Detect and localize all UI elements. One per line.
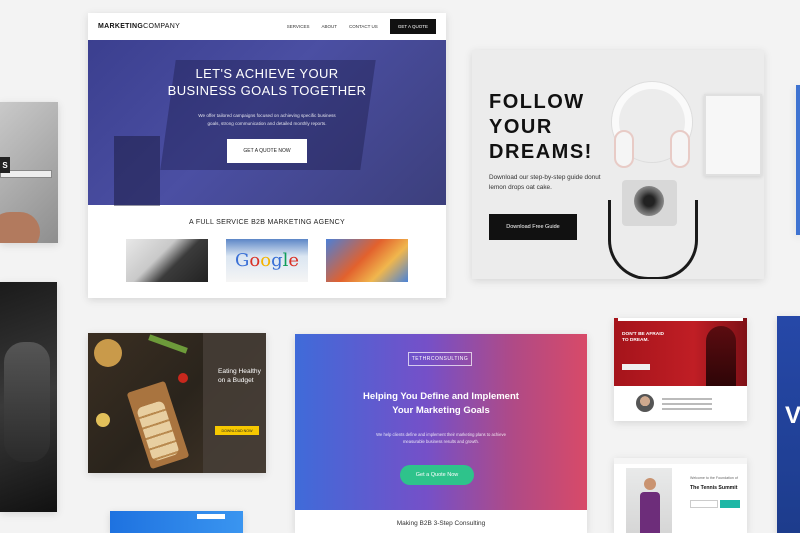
hero-section: LET'S ACHIEVE YOUR BUSINESS GOALS TOGETHE… <box>88 40 446 206</box>
writing-image <box>126 239 208 282</box>
dreams-text: Download our step-by-step guide donut le… <box>489 174 601 192</box>
tomato-image <box>178 373 188 383</box>
thumbnail-fitness-card[interactable]: S <box>0 102 58 243</box>
download-guide-button[interactable]: Download Free Guide <box>489 214 577 240</box>
tennis-small-text: Welcome to the Foundation of <box>690 476 738 480</box>
follow-your-dreams-template[interactable]: FOLLOW YOUR DREAMS! Download our step-by-s… <box>472 50 764 279</box>
healthy-title: Eating Healthy on a Budget <box>218 368 261 384</box>
get-quote-button[interactable]: GET A QUOTE <box>389 19 436 34</box>
afraid-title: DON'T BE AFRAID TO DREAM. <box>622 332 665 344</box>
nav-link-services[interactable]: SERVICES <box>287 24 310 29</box>
site-logo[interactable]: MARKETINGCOMPANY <box>98 23 180 30</box>
thumbnail-blue-card[interactable] <box>110 511 243 533</box>
email-field[interactable] <box>690 500 718 508</box>
tennis-navbar <box>614 458 747 464</box>
team-image <box>326 239 408 282</box>
consulting-template[interactable]: TETHRCONSULTING Helping You Define and I… <box>295 334 587 533</box>
athlete-shape <box>0 212 40 243</box>
thumbnail-navy-card[interactable]: V <box>777 316 800 533</box>
consulting-hero: TETHRCONSULTING Helping You Define and I… <box>295 334 587 510</box>
eating-healthy-template[interactable]: Eating Healthy on a Budget DOWNLOAD NOW <box>88 333 266 473</box>
person-silhouette <box>706 326 736 386</box>
dreams-title: FOLLOW YOUR DREAMS! <box>489 91 593 163</box>
template-navbar: MARKETINGCOMPANY SERVICES ABOUT CONTACT … <box>88 13 446 40</box>
get-quote-now-button[interactable]: Get a Quote Now <box>400 465 474 485</box>
feature-images: Google <box>88 239 446 282</box>
headphone-cup-right <box>670 130 690 168</box>
nav-links: SERVICES ABOUT CONTACT US GET A QUOTE <box>287 19 436 34</box>
tennis-title: The Tennis Summit <box>690 485 738 491</box>
navy-card-letter: V <box>785 402 800 429</box>
tennis-player-image <box>626 468 672 533</box>
hero-text: We offer tailored campaigns focused on a… <box>198 112 336 126</box>
consulting-text: We help clients define and implement the… <box>376 432 506 444</box>
lemon-image <box>96 413 110 427</box>
healthy-overlay-panel: Eating Healthy on a Budget DOWNLOAD NOW <box>203 333 266 473</box>
camera-image <box>622 180 677 226</box>
consulting-subtitle: Making B2B 3-Step Consulting <box>396 520 486 527</box>
marketing-company-template[interactable]: MARKETINGCOMPANY SERVICES ABOUT CONTACT … <box>88 13 446 298</box>
nav-link-about[interactable]: ABOUT <box>321 24 337 29</box>
letter-tag: S <box>0 157 10 173</box>
download-now-button[interactable]: DOWNLOAD NOW <box>215 426 259 435</box>
headphone-cup-left <box>614 130 634 168</box>
hand-shape <box>4 342 50 462</box>
get-quote-now-button[interactable]: GET A QUOTE NOW <box>227 139 307 164</box>
signup-button[interactable] <box>720 500 740 508</box>
consulting-title: Helping You Define and Implement Your Mar… <box>363 391 519 416</box>
afraid-button[interactable] <box>622 364 650 370</box>
testimonial-lines <box>662 398 712 413</box>
google-image: Google <box>226 239 308 282</box>
thumbnail-dark-card[interactable] <box>0 282 57 512</box>
food-image <box>94 339 122 367</box>
thumbnail-edge-card[interactable] <box>796 85 800 235</box>
hero-title: LET'S ACHIEVE YOUR BUSINESS GOALS TOGETHE… <box>167 66 367 98</box>
tablet-image <box>704 94 762 176</box>
dont-be-afraid-template[interactable]: DON'T BE AFRAID TO DREAM. <box>614 318 747 421</box>
afraid-hero: DON'T BE AFRAID TO DREAM. <box>614 318 747 386</box>
nav-link-contact[interactable]: CONTACT US <box>349 24 378 29</box>
tennis-summit-template[interactable]: Welcome to the Foundation of The Tennis … <box>614 458 747 533</box>
avatar <box>636 394 654 412</box>
agency-tagline: A FULL SERVICE B2B MARKETING AGENCY <box>189 219 345 226</box>
asparagus-image <box>148 334 188 354</box>
consulting-logo[interactable]: TETHRCONSULTING <box>408 352 472 366</box>
blue-card-bar <box>197 514 225 519</box>
